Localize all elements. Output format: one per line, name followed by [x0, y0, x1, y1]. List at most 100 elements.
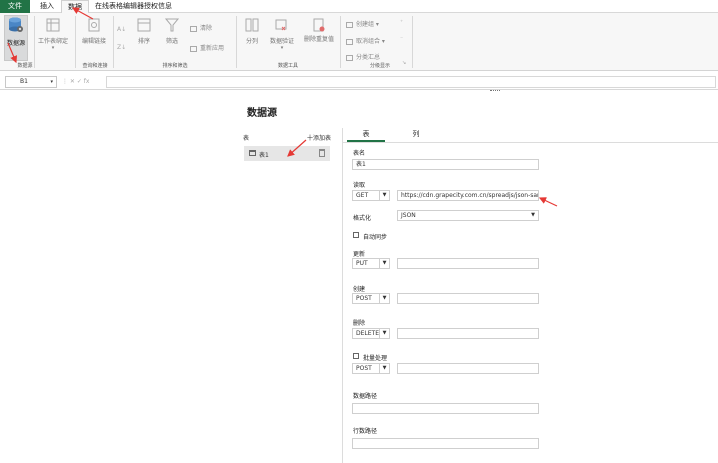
row-path-input[interactable]	[352, 438, 539, 449]
formula-bar: B1 ▾ ⋮ ✕ ✓ fx	[0, 74, 718, 90]
batch-label: 批量处理	[363, 355, 388, 362]
ungroup-icon	[346, 38, 353, 45]
reapply-label: 重新应用	[200, 45, 225, 52]
format-label: 格式化	[353, 215, 372, 222]
tab-underline	[343, 142, 718, 143]
expand-detail-icon[interactable]: ⁺	[400, 19, 403, 26]
filter-icon	[164, 18, 180, 32]
workbook-binding-button[interactable]: 工作表绑定 ▾	[36, 18, 70, 51]
group-label-query: 查询和连接	[82, 63, 108, 69]
chevron-down-icon: ▼	[531, 212, 535, 218]
ribbon-divider	[113, 16, 114, 68]
panel-title: 数据源	[247, 108, 277, 119]
panel-resize-handle[interactable]	[490, 90, 500, 92]
delete-method-select[interactable]: DELETE ▼	[352, 328, 390, 339]
data-path-input[interactable]	[352, 403, 539, 414]
update-url-input[interactable]	[397, 258, 539, 269]
read-method-select[interactable]: GET ▼	[352, 190, 390, 201]
auto-sync-checkbox[interactable]	[353, 232, 359, 238]
sort-desc-icon[interactable]: Z↓	[116, 41, 128, 53]
tab-file[interactable]: 文件	[0, 0, 30, 13]
table-list-item[interactable]: 表1	[244, 146, 330, 161]
group-label-datasource: 数据源	[17, 63, 33, 69]
sort-button[interactable]: 排序	[134, 18, 154, 45]
ribbon: 数据源 数据源 工作表绑定 ▾ 编辑链接 查询和连接 A↓ Z↓ 排序 筛选 清…	[0, 13, 718, 71]
add-table-button[interactable]: 十添加表	[307, 133, 331, 142]
reapply-button[interactable]: 重新应用	[190, 43, 224, 52]
clear-button[interactable]: 清除	[190, 23, 212, 32]
data-validation-button[interactable]: 数据验证 ▾	[266, 18, 298, 51]
datasource-button-label: 数据源	[6, 40, 25, 47]
cell-reference: B1	[20, 78, 28, 85]
collapse-detail-icon[interactable]: ⁻	[400, 36, 403, 43]
tab-online-license[interactable]: 在线表格编辑器授权信息	[89, 0, 178, 13]
read-url-input[interactable]: https://cdn.grapecity.com.cn/spreadjs/js…	[397, 190, 539, 201]
create-group-button[interactable]: 创建组 ▾	[346, 19, 379, 28]
batch-url-input[interactable]	[397, 363, 539, 374]
tab-insert[interactable]: 插入	[34, 0, 60, 13]
filter-button[interactable]: 筛选	[162, 18, 182, 45]
chevron-down-icon: ▼	[379, 294, 389, 303]
tab-data[interactable]: 数据	[61, 0, 89, 14]
split-button[interactable]: 分列	[240, 18, 264, 45]
auto-sync-label: 自动同步	[363, 234, 388, 241]
group-label-outline: 分级显示	[369, 63, 390, 69]
read-label: 读取	[353, 182, 366, 189]
table-item-name: 表1	[259, 152, 269, 159]
create-label: 创建	[353, 286, 366, 293]
remove-duplicates-button[interactable]: 删除重复值	[302, 18, 336, 43]
chevron-down-icon[interactable]: ▾	[50, 77, 53, 87]
update-label: 更新	[353, 251, 366, 258]
ribbon-divider	[412, 16, 413, 68]
tables-label: 表	[243, 135, 250, 142]
reapply-icon	[190, 45, 197, 52]
delete-url-input[interactable]	[397, 328, 539, 339]
ungroup-button[interactable]: 取消组合 ▾	[346, 36, 385, 45]
create-method-value: POST	[356, 295, 372, 302]
update-method-select[interactable]: PUT ▼	[352, 258, 390, 269]
clear-icon	[190, 25, 197, 32]
group-label-data-tools: 数据工具	[277, 63, 298, 69]
ungroup-label: 取消组合	[356, 38, 381, 45]
chevron-down-icon: ▼	[379, 329, 389, 338]
sort-asc-icon[interactable]: A↓	[116, 23, 128, 35]
text-to-columns-icon	[245, 18, 259, 32]
link-icon	[88, 18, 100, 32]
tab-columns[interactable]: 列	[397, 129, 435, 142]
data-validation-label: 数据验证	[269, 38, 294, 45]
chevron-down-icon: ▼	[379, 364, 389, 373]
table-name-input[interactable]: 表1	[352, 159, 539, 170]
tab-table[interactable]: 表	[347, 129, 385, 142]
trash-icon[interactable]	[319, 149, 325, 157]
batch-method-value: POST	[356, 365, 372, 372]
edit-link-button[interactable]: 编辑链接	[79, 18, 109, 45]
sort-icon	[137, 18, 151, 32]
table-name-label: 表名	[353, 150, 366, 157]
create-url-input[interactable]	[397, 293, 539, 304]
ribbon-divider	[34, 16, 35, 68]
formula-input[interactable]	[106, 76, 716, 88]
subtotal-button[interactable]: 分类汇总	[346, 52, 380, 61]
format-select[interactable]: JSON ▼	[397, 210, 539, 221]
svg-text:Z↓: Z↓	[117, 44, 126, 51]
batch-method-select[interactable]: POST ▼	[352, 363, 390, 374]
subtotal-icon	[346, 54, 353, 61]
batch-checkbox[interactable]	[353, 353, 359, 359]
workbook-binding-label: 工作表绑定	[37, 38, 68, 45]
table-list-pane: 表 十添加表 表1	[243, 128, 343, 463]
group-label-sort-filter: 排序和筛选	[162, 63, 188, 69]
delete-method-value: DELETE	[356, 330, 380, 337]
ribbon-divider	[340, 16, 341, 68]
remove-duplicates-icon	[313, 18, 325, 32]
panel-tabs: 表 列	[347, 129, 547, 143]
name-box[interactable]: B1 ▾	[5, 76, 57, 88]
chevron-down-icon: ▼	[379, 191, 389, 200]
dialog-launcher-icon[interactable]: ↘	[402, 60, 406, 66]
edit-link-label: 编辑链接	[81, 38, 106, 45]
datasource-button[interactable]: 数据源	[4, 15, 28, 61]
read-method-value: GET	[356, 192, 369, 199]
formula-controls[interactable]: ⋮ ✕ ✓ fx	[62, 76, 89, 88]
chevron-down-icon: ▼	[379, 259, 389, 268]
pane-divider	[342, 128, 343, 463]
create-method-select[interactable]: POST ▼	[352, 293, 390, 304]
